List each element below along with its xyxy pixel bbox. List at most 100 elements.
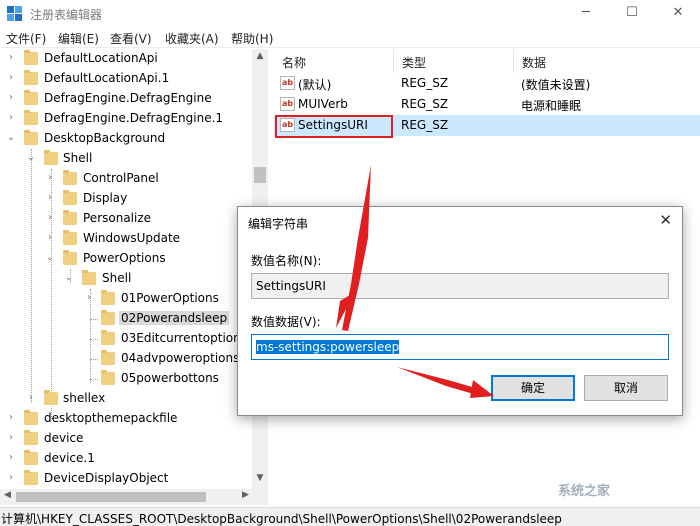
chevron-right-icon[interactable]: › xyxy=(6,72,16,83)
cancel-button[interactable]: 取消 xyxy=(584,375,668,401)
chevron-right-icon[interactable]: › xyxy=(6,432,16,443)
chevron-down-icon[interactable]: ⌄ xyxy=(64,272,74,283)
folder-open-icon xyxy=(44,150,58,165)
column-header-name[interactable]: 名称 xyxy=(274,49,394,73)
value-name-label: 数值名称(N): xyxy=(251,254,322,268)
window-title: 注册表编辑器 xyxy=(30,8,103,22)
dialog-close-icon[interactable]: ✕ xyxy=(659,211,672,229)
folder-icon xyxy=(24,50,38,65)
tree-item-shell[interactable]: ⌄ Shell xyxy=(0,149,252,169)
chevron-right-icon[interactable]: › xyxy=(6,412,16,423)
tree-item-defaultlocationapi[interactable]: › DefaultLocationApi xyxy=(0,49,252,69)
tree-item-device[interactable]: › device xyxy=(0,429,252,449)
tree-item-defragengine[interactable]: › DefragEngine.DefragEngine xyxy=(0,89,252,109)
value-row-default[interactable]: ab (默认) REG_SZ (数值未设置) xyxy=(274,73,700,94)
tree-item-personalize[interactable]: › Personalize xyxy=(0,209,252,229)
tree-item-label: Shell xyxy=(102,271,132,285)
tree-item-display[interactable]: › Display xyxy=(0,189,252,209)
minimize-button[interactable]: ─ xyxy=(568,2,604,24)
string-value-icon: ab xyxy=(280,76,295,90)
tree-item-defaultlocationapi-1[interactable]: › DefaultLocationApi.1 xyxy=(0,69,252,89)
maximize-button[interactable]: ☐ xyxy=(614,2,650,24)
tree-item-desktopthemepackfile[interactable]: › desktopthemepackfile xyxy=(0,409,252,429)
chevron-right-icon[interactable]: › xyxy=(84,292,94,303)
string-value-icon: ab xyxy=(280,97,295,111)
scroll-thumb[interactable] xyxy=(16,492,206,502)
tree-horizontal-scrollbar[interactable]: ◀ ▶ xyxy=(0,489,268,505)
tree-item-poweroptions[interactable]: ⌄ PowerOptions xyxy=(0,249,252,269)
folder-icon xyxy=(101,330,115,345)
scroll-up-icon[interactable]: ▲ xyxy=(252,51,268,61)
column-header-data[interactable]: 数据 xyxy=(514,49,700,73)
value-name: MUIVerb xyxy=(298,97,348,111)
chevron-right-icon[interactable]: › xyxy=(45,172,55,183)
tree-item-devicedisplayobject[interactable]: › DeviceDisplayObject xyxy=(0,469,252,489)
menu-file[interactable]: 文件(F) xyxy=(6,30,46,47)
registry-tree: › DefaultLocationApi › DefaultLocationAp… xyxy=(0,49,268,489)
folder-icon xyxy=(24,450,38,465)
ok-button[interactable]: 确定 xyxy=(491,375,575,401)
chevron-right-icon[interactable]: › xyxy=(6,92,16,103)
tree-item-windowsupdate[interactable]: › WindowsUpdate xyxy=(0,229,252,249)
tree-item-03editcurrentoptions[interactable]: 03Editcurrentoptions xyxy=(0,329,252,349)
menu-favorites[interactable]: 收藏夹(A) xyxy=(165,30,219,47)
tree-item-shellex[interactable]: › shellex xyxy=(0,389,252,409)
tree-item-desktopbackground[interactable]: ⌄ DesktopBackground xyxy=(0,129,252,149)
value-data-text: ms-settings:powersleep xyxy=(256,340,400,354)
chevron-right-icon[interactable]: › xyxy=(45,192,55,203)
scroll-left-icon[interactable]: ◀ xyxy=(4,490,11,500)
tree-item-05powerbottons[interactable]: 05powerbottons xyxy=(0,369,252,389)
tree-item-label: WindowsUpdate xyxy=(83,231,181,245)
tree-item-label: device xyxy=(44,431,84,445)
value-data-input[interactable]: ms-settings:powersleep xyxy=(251,334,669,360)
chevron-right-icon[interactable]: › xyxy=(45,212,55,223)
tree-item-label: desktopthemepackfile xyxy=(44,411,178,425)
chevron-right-icon[interactable]: › xyxy=(6,112,16,123)
tree-item-04advpoweroptions[interactable]: 04advpoweroptions xyxy=(0,349,252,369)
tree-item-label: 03Editcurrentoptions xyxy=(121,331,247,345)
folder-icon xyxy=(101,290,115,305)
folder-icon xyxy=(24,430,38,445)
chevron-right-icon[interactable]: › xyxy=(6,52,16,63)
tree-item-02powerandsleep[interactable]: 02Powerandsleep xyxy=(0,309,252,329)
close-button[interactable]: ✕ xyxy=(660,2,696,24)
watermark-logo: 系统之家 xyxy=(558,484,611,499)
chevron-down-icon[interactable]: ⌄ xyxy=(26,152,36,163)
tree-item-01poweroptions[interactable]: › 01PowerOptions xyxy=(0,289,252,309)
folder-icon xyxy=(63,170,77,185)
tree-item-label: shellex xyxy=(63,391,106,405)
tree-item-device-1[interactable]: › device.1 xyxy=(0,449,252,469)
tree-item-poweroptions-shell[interactable]: ⌄ Shell xyxy=(0,269,252,289)
scroll-thumb[interactable] xyxy=(254,167,266,183)
scroll-right-icon[interactable]: ▶ xyxy=(242,490,249,500)
tree-item-defragengine-1[interactable]: › DefragEngine.DefragEngine.1 xyxy=(0,109,252,129)
value-row-muiverb[interactable]: ab MUIVerb REG_SZ 电源和睡眠 xyxy=(274,94,700,115)
tree-item-label: device.1 xyxy=(44,451,95,465)
folder-icon xyxy=(24,70,38,85)
value-data: 电源和睡眠 xyxy=(521,99,582,113)
chevron-right-icon[interactable]: › xyxy=(45,232,55,243)
chevron-right-icon[interactable]: › xyxy=(26,392,36,403)
scroll-down-icon[interactable]: ▼ xyxy=(252,473,268,483)
tree-item-label: Shell xyxy=(63,151,93,165)
value-data: (数值未设置) xyxy=(521,78,591,92)
value-data-label: 数值数据(V): xyxy=(251,315,321,329)
column-header-type[interactable]: 类型 xyxy=(394,49,514,73)
tree-item-label: DeviceDisplayObject xyxy=(44,471,169,485)
chevron-right-icon[interactable]: › xyxy=(6,452,16,463)
menu-edit[interactable]: 编辑(E) xyxy=(58,30,99,47)
folder-icon xyxy=(101,350,115,365)
chevron-right-icon[interactable]: › xyxy=(6,472,16,483)
chevron-down-icon[interactable]: ⌄ xyxy=(45,252,55,263)
tree-item-controlpanel[interactable]: › ControlPanel xyxy=(0,169,252,189)
tree-item-label: 02Powerandsleep xyxy=(119,311,230,325)
folder-icon xyxy=(63,190,77,205)
folder-icon xyxy=(101,370,115,385)
tree-item-label: ControlPanel xyxy=(83,171,159,185)
tree-item-label: 04advpoweroptions xyxy=(121,351,240,365)
menu-help[interactable]: 帮助(H) xyxy=(231,30,273,47)
folder-open-icon xyxy=(82,270,96,285)
status-bar: 计算机\HKEY_CLASSES_ROOT\DesktopBackground\… xyxy=(0,507,700,526)
menu-view[interactable]: 查看(V) xyxy=(110,30,152,47)
chevron-down-icon[interactable]: ⌄ xyxy=(6,132,16,143)
